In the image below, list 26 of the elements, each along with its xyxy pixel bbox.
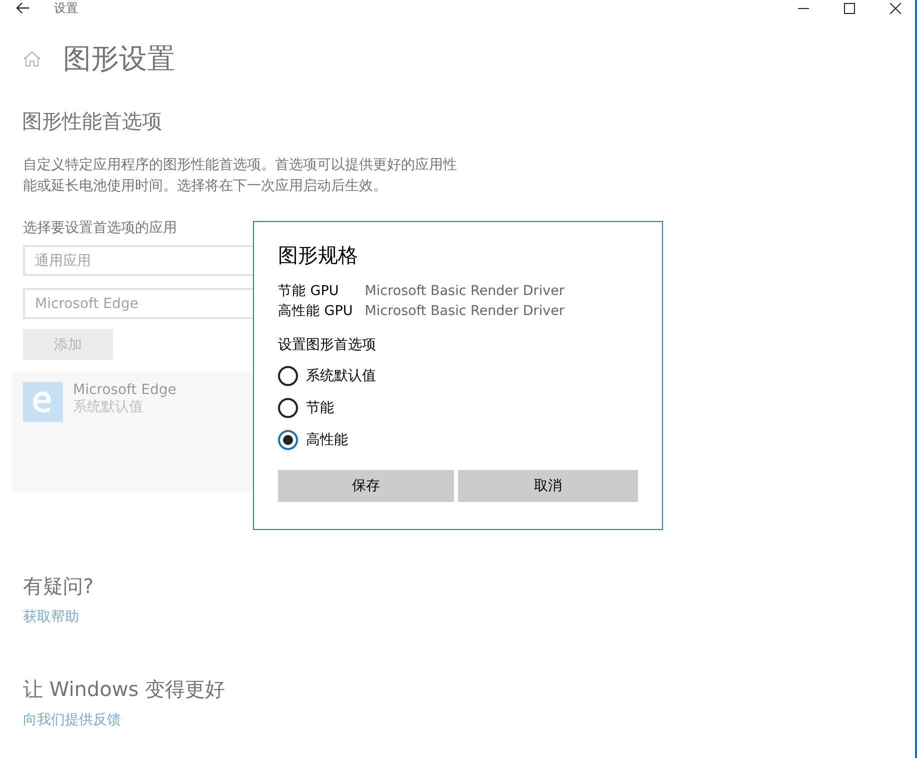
options-label: 设置图形首选项 xyxy=(278,336,377,354)
save-button[interactable]: 保存 xyxy=(278,470,454,502)
dialog-title: 图形规格 xyxy=(278,242,359,269)
cancel-button[interactable]: 取消 xyxy=(458,470,638,502)
radio-button[interactable] xyxy=(278,430,298,450)
maximize-icon[interactable] xyxy=(844,2,855,14)
feedback-heading: 让 Windows 变得更好 xyxy=(23,676,225,703)
radio-button[interactable] xyxy=(278,366,298,386)
section-title: 图形性能首选项 xyxy=(22,108,162,135)
field-label: 选择要设置首选项的应用 xyxy=(23,219,177,237)
feedback-link[interactable]: 向我们提供反馈 xyxy=(23,711,121,729)
help-heading: 有疑问? xyxy=(23,573,94,600)
spec-label: 高性能 GPU xyxy=(278,302,353,321)
close-icon[interactable] xyxy=(890,2,901,14)
window-title: 设置 xyxy=(54,0,78,16)
spec-label: 节能 GPU xyxy=(278,282,340,301)
page-title: 图形设置 xyxy=(63,41,175,77)
back-icon[interactable] xyxy=(16,2,30,14)
description: 自定义特定应用程序的图形性能首选项。首选项可以提供更好的应用性能或延长电池使用时间。选择将在下一次应用启动后生效。 xyxy=(23,156,458,196)
spec-value: Microsoft Basic Render Driver xyxy=(364,282,566,301)
app-name: Microsoft Edge xyxy=(73,382,176,398)
app-preference: 系统默认值 xyxy=(73,398,144,416)
help-link[interactable]: 获取帮助 xyxy=(23,608,79,626)
spec-value: Microsoft Basic Render Driver xyxy=(364,302,566,321)
radio-button[interactable] xyxy=(278,398,298,418)
edge-e-icon xyxy=(23,382,63,422)
